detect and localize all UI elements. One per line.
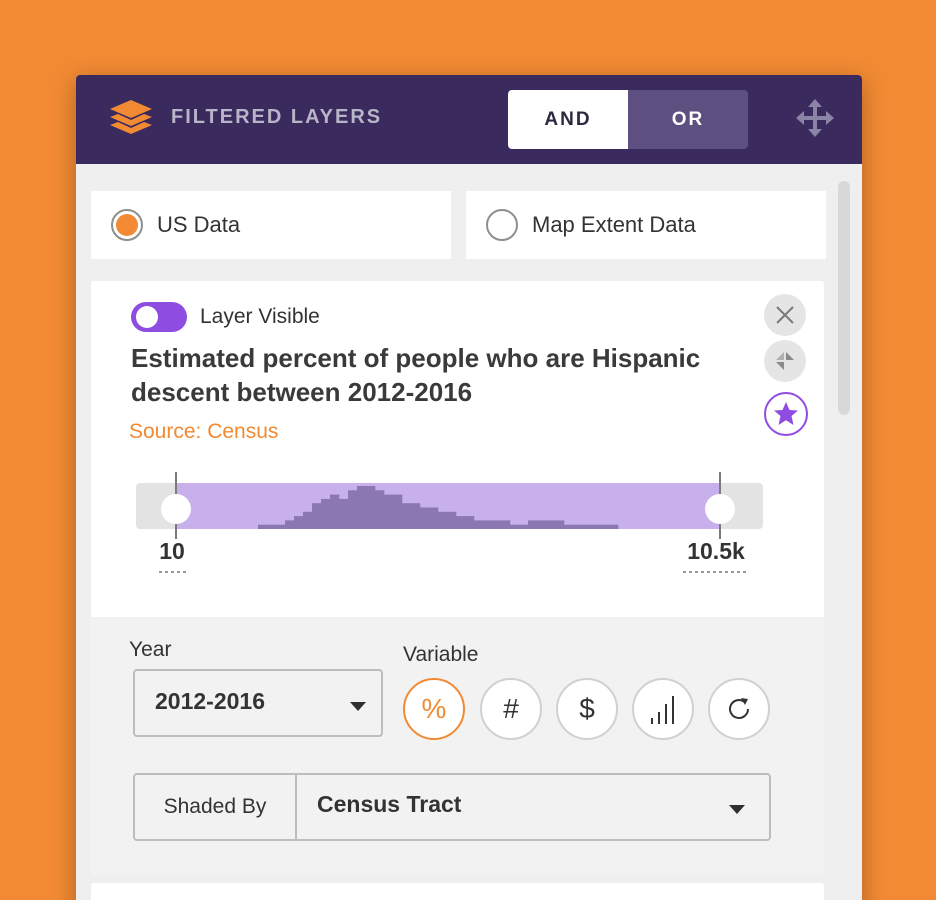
radio-label-us-data: US Data: [157, 212, 241, 237]
histogram-bar: [492, 520, 502, 529]
radio-map-extent-data[interactable]: Map Extent Data: [466, 191, 826, 259]
layer-controls: Year Variable 2012-2016 % # $ Shaded By …: [91, 617, 824, 875]
histogram-bar: [276, 524, 286, 529]
or-button[interactable]: OR: [628, 90, 748, 149]
histogram-bar: [438, 511, 448, 529]
histogram-bar: [420, 507, 430, 529]
histogram-bar: [339, 498, 349, 529]
variable-dollar-button[interactable]: $: [556, 678, 618, 740]
radio-button-unselected[interactable]: [486, 209, 518, 241]
histogram-bar: [285, 520, 295, 529]
favorite-layer-button[interactable]: [764, 392, 808, 436]
chevron-down-icon: [350, 702, 366, 711]
range-min-label: 10: [159, 538, 185, 564]
radio-dot: [116, 214, 138, 236]
radio-us-data[interactable]: US Data: [91, 191, 451, 259]
variable-refresh-button[interactable]: [708, 678, 770, 740]
histogram-bar: [528, 520, 538, 529]
histogram-bar: [609, 524, 619, 529]
star-icon: [774, 402, 798, 425]
panel-header: FILTERED LAYERS AND OR: [76, 75, 862, 164]
collapse-layer-button[interactable]: [764, 340, 806, 382]
histogram-bar: [537, 520, 547, 529]
next-layer-card: [91, 883, 824, 900]
range-histogram-slider[interactable]: 10 10.5k: [136, 464, 763, 582]
layer-source[interactable]: Source: Census: [129, 420, 278, 444]
histogram-bar: [582, 524, 592, 529]
layer-visible-toggle[interactable]: [131, 302, 187, 332]
logic-toggle: AND OR: [508, 90, 748, 149]
histogram-bar: [591, 524, 601, 529]
histogram-bar: [429, 507, 439, 529]
shaded-by-label: Shaded By: [135, 775, 297, 839]
histogram-bar: [510, 524, 520, 529]
histogram-bar: [573, 524, 583, 529]
histogram-bar: [393, 494, 403, 529]
histogram-bar: [348, 490, 358, 529]
scrollbar[interactable]: [838, 181, 850, 415]
hash-icon: #: [503, 693, 519, 724]
chevron-down-icon: [729, 805, 745, 814]
histogram-bar: [447, 511, 457, 529]
histogram-bar: [555, 520, 565, 529]
range-min-handle: [161, 494, 191, 524]
histogram-bar: [258, 524, 268, 529]
histogram-bar: [321, 498, 331, 529]
layer-visible-label: Layer Visible: [200, 305, 320, 328]
refresh-icon: [729, 698, 749, 719]
year-dropdown[interactable]: 2012-2016: [133, 669, 383, 737]
toggle-knob: [136, 306, 158, 328]
filtered-layers-panel: FILTERED LAYERS AND OR US Data Map Exten…: [76, 75, 862, 900]
layer-card: Layer Visible Estimated percent of peopl…: [91, 281, 824, 875]
histogram-bar: [402, 503, 412, 529]
histogram-bar: [312, 503, 322, 529]
histogram-bar: [303, 511, 313, 529]
histogram-bar: [366, 486, 376, 529]
shaded-by-dropdown[interactable]: Shaded By Census Tract: [133, 773, 771, 841]
close-icon: [776, 306, 794, 324]
histogram-bar: [456, 516, 466, 529]
and-button[interactable]: AND: [508, 90, 628, 149]
panel-title: FILTERED LAYERS: [171, 106, 383, 128]
radio-label-map-extent: Map Extent Data: [532, 212, 696, 237]
histogram-bar: [375, 490, 385, 529]
histogram-bar: [600, 524, 610, 529]
histogram-bar: [411, 503, 421, 529]
shaded-by-value: Census Tract: [317, 791, 462, 817]
histogram-bar: [330, 494, 340, 529]
variable-bars-button[interactable]: [632, 678, 694, 740]
histogram-bar: [474, 520, 484, 529]
histogram-bar: [384, 494, 394, 529]
histogram-bar: [267, 524, 277, 529]
histogram-bar: [357, 486, 367, 529]
dollar-icon: $: [579, 693, 595, 724]
histogram-bar: [294, 516, 304, 529]
layers-stack-icon: [110, 100, 152, 134]
histogram-bar: [483, 520, 493, 529]
variable-label: Variable: [403, 643, 479, 666]
histogram-bar: [564, 524, 574, 529]
histogram-bar: [546, 520, 556, 529]
collapse-icon: [776, 352, 794, 370]
histogram-bar: [519, 524, 529, 529]
signal-bars-icon: [651, 696, 674, 724]
remove-layer-button[interactable]: [764, 294, 806, 336]
year-label: Year: [129, 638, 172, 661]
range-max-handle: [705, 494, 735, 524]
range-max-label: 10.5k: [687, 538, 745, 564]
histogram-bar: [465, 516, 475, 529]
histogram-bar: [501, 520, 511, 529]
percent-icon: %: [421, 693, 447, 724]
variable-count-button[interactable]: #: [480, 678, 542, 740]
radio-button-selected[interactable]: [111, 209, 143, 241]
variable-percent-button[interactable]: %: [403, 678, 465, 740]
year-dropdown-value: 2012-2016: [155, 688, 265, 714]
move-arrows-icon[interactable]: [796, 99, 834, 137]
layer-title: Estimated percent of people who are Hisp…: [131, 343, 701, 407]
